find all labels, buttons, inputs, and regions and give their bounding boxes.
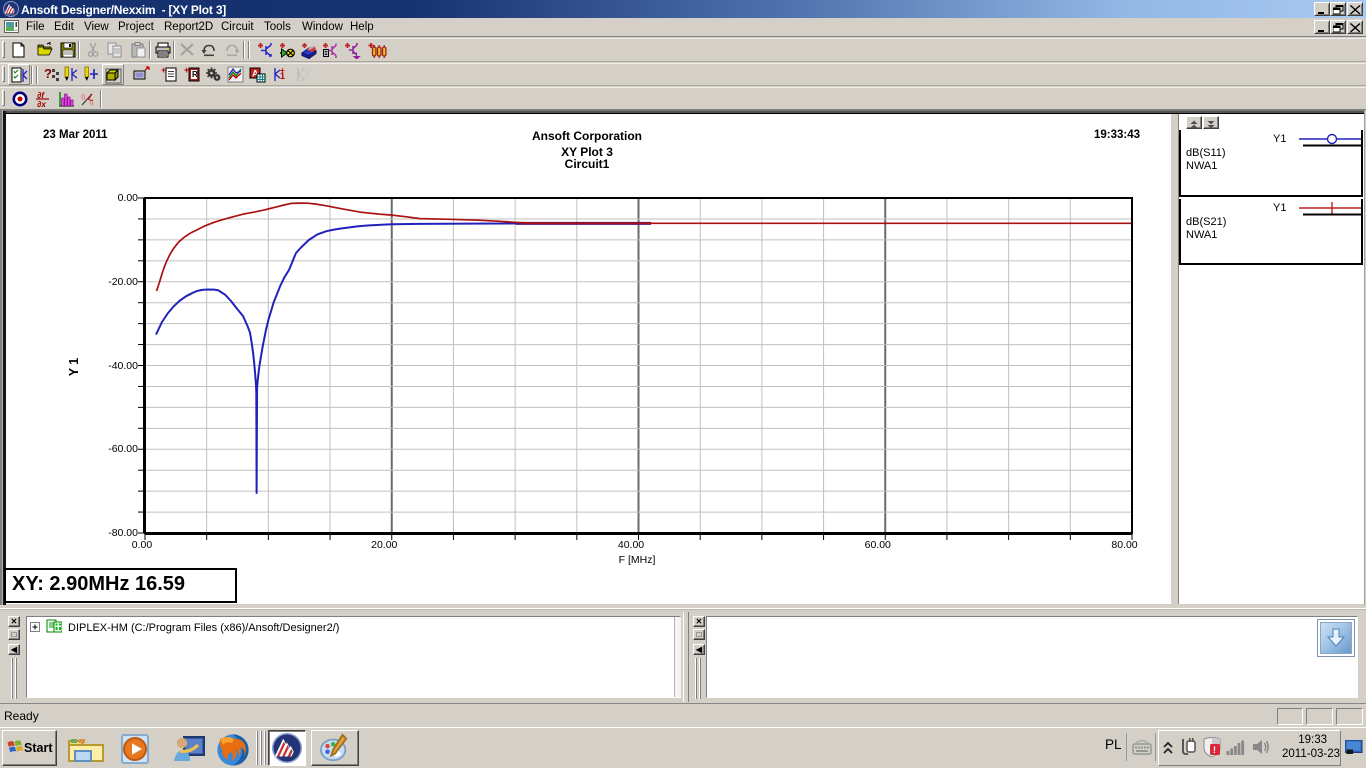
svg-text:+: + (280, 66, 285, 75)
svg-text:?: ? (44, 66, 52, 81)
svg-text:!: ! (1213, 745, 1216, 755)
svg-text:+: + (184, 66, 189, 75)
svg-text:∂x: ∂x (37, 99, 47, 108)
svg-text:+: + (161, 66, 166, 75)
svg-text:R: R (192, 70, 198, 79)
